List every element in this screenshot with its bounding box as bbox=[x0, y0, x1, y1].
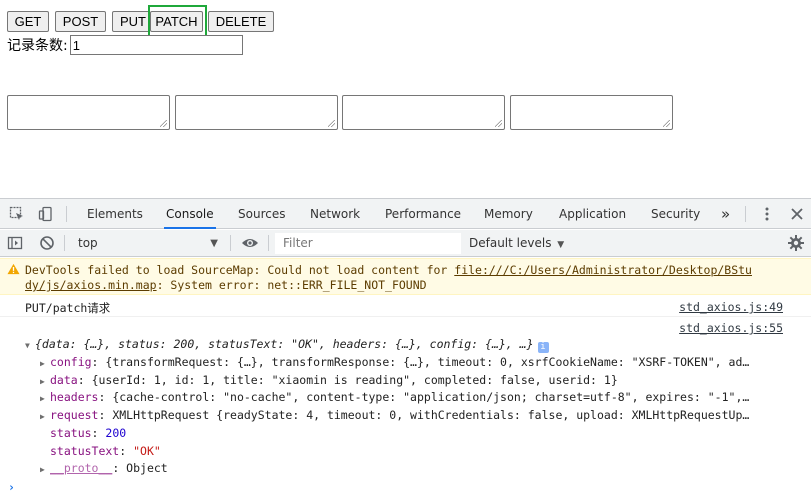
warning-error-text: : System error: net::ERR_FILE_NOT_FOUND bbox=[156, 278, 427, 292]
log-object: std_axios.js:55 ▼ {data: {…}, status: 200… bbox=[0, 318, 811, 481]
tab-memory[interactable]: Memory bbox=[482, 199, 535, 229]
object-summary-text: {data: {…}, status: 200, statusText: "OK… bbox=[35, 337, 534, 351]
toolbar-divider bbox=[230, 235, 231, 251]
kebab-menu-icon[interactable] bbox=[758, 205, 776, 223]
info-icon: i bbox=[537, 342, 549, 353]
property-value: Object bbox=[126, 461, 168, 475]
collapse-triangle-icon[interactable]: ▶ bbox=[40, 412, 50, 421]
source-link[interactable]: std_axios.js:49 bbox=[679, 300, 783, 314]
property-key: config bbox=[50, 355, 92, 369]
property-value: {transformRequest: {…}, transformRespons… bbox=[105, 355, 750, 369]
highlight-box bbox=[148, 5, 207, 38]
delete-button[interactable]: DELETE bbox=[208, 11, 274, 32]
console-toolbar: top ▼ Filter Default levels ▼ bbox=[0, 230, 811, 257]
post-button[interactable]: POST bbox=[55, 11, 106, 32]
collapse-triangle-icon[interactable]: ▶ bbox=[40, 394, 50, 403]
result-textarea-4[interactable] bbox=[510, 95, 673, 130]
property-key: request bbox=[50, 408, 99, 422]
collapse-triangle-icon[interactable]: ▶ bbox=[40, 377, 50, 386]
tab-network[interactable]: Network bbox=[308, 199, 362, 229]
object-property-headers[interactable]: ▶ headers: {cache-control: "no-cache", co… bbox=[40, 390, 749, 404]
object-property-config[interactable]: ▶ config: {transformRequest: {…}, transfo… bbox=[40, 355, 749, 369]
property-key: status bbox=[50, 426, 92, 440]
toolbar-divider bbox=[745, 206, 746, 222]
object-property-request[interactable]: ▶ request: XMLHttpRequest {readyState: 4,… bbox=[40, 408, 749, 422]
tab-security[interactable]: Security bbox=[649, 199, 702, 229]
caret-down-icon: ▼ bbox=[210, 238, 218, 249]
expand-triangle-icon[interactable]: ▼ bbox=[25, 341, 35, 350]
property-value: {userId: 1, id: 1, title: "xiaomin is re… bbox=[91, 373, 618, 387]
resize-grip-icon[interactable] bbox=[328, 120, 335, 127]
tab-application[interactable]: Application bbox=[557, 199, 628, 229]
toolbar-divider bbox=[66, 206, 67, 222]
caret-down-icon: ▼ bbox=[557, 240, 565, 250]
result-textarea-2[interactable] bbox=[175, 95, 338, 130]
console-output: DevTools failed to load SourceMap: Could… bbox=[0, 258, 811, 496]
log-text: PUT/patch请求 bbox=[25, 301, 111, 315]
sourcemap-link[interactable]: file:///C:/Users/Administrator/Desktop/B… bbox=[454, 263, 752, 277]
result-textarea-1[interactable] bbox=[7, 95, 170, 130]
property-key: data bbox=[50, 373, 78, 387]
object-property-status: status: 200 bbox=[50, 426, 127, 440]
warning-triangle-icon bbox=[7, 263, 20, 275]
property-key: headers bbox=[50, 390, 99, 404]
eye-icon[interactable] bbox=[241, 234, 259, 252]
object-property-data[interactable]: ▶ data: {userId: 1, id: 1, title: "xiaomi… bbox=[40, 373, 618, 387]
close-devtools-icon[interactable] bbox=[788, 205, 806, 223]
property-key: statusText bbox=[50, 444, 120, 458]
toolbar-divider bbox=[64, 235, 65, 251]
warning-text: DevTools failed to load SourceMap: Could… bbox=[25, 263, 455, 277]
object-property-statustext: statusText: "OK" bbox=[50, 444, 161, 458]
settings-gear-icon[interactable] bbox=[787, 234, 805, 252]
resize-grip-icon[interactable] bbox=[663, 120, 670, 127]
filter-input[interactable]: Filter bbox=[275, 233, 461, 254]
result-textarea-3[interactable] bbox=[342, 95, 505, 130]
context-value: top bbox=[78, 236, 98, 250]
sidebar-toggle-icon[interactable] bbox=[6, 234, 24, 252]
tab-elements[interactable]: Elements bbox=[85, 199, 145, 229]
tab-console[interactable]: Console bbox=[164, 199, 216, 229]
inspect-element-icon[interactable] bbox=[8, 205, 26, 223]
console-prompt[interactable]: › bbox=[8, 480, 15, 494]
object-property-proto[interactable]: ▶ __proto__: Object bbox=[40, 461, 168, 475]
collapse-triangle-icon[interactable]: ▶ bbox=[40, 465, 50, 474]
context-selector[interactable]: top ▼ bbox=[72, 233, 224, 254]
device-toolbar-icon[interactable] bbox=[37, 205, 55, 223]
sourcemap-warning: DevTools failed to load SourceMap: Could… bbox=[0, 258, 811, 295]
object-summary[interactable]: ▼ {data: {…}, status: 200, statusText: "O… bbox=[25, 337, 549, 353]
record-count-input[interactable] bbox=[69, 35, 243, 55]
toolbar-divider bbox=[268, 235, 269, 251]
source-link[interactable]: std_axios.js:55 bbox=[679, 321, 783, 335]
property-value: XMLHttpRequest {readyState: 4, timeout: … bbox=[112, 408, 750, 422]
levels-label: Default levels bbox=[469, 236, 552, 250]
get-button[interactable]: GET bbox=[7, 11, 49, 32]
more-tabs-button[interactable]: » bbox=[719, 199, 732, 229]
devtools-panel: Elements Console Sources Network Perform… bbox=[0, 198, 811, 496]
resize-grip-icon[interactable] bbox=[495, 120, 502, 127]
property-value: "OK" bbox=[133, 444, 161, 458]
log-message: PUT/patch请求 std_axios.js:49 bbox=[0, 296, 811, 317]
property-value: {cache-control: "no-cache", content-type… bbox=[112, 390, 750, 404]
property-value: 200 bbox=[105, 426, 127, 440]
put-button[interactable]: PUT bbox=[112, 11, 150, 32]
page-content: GET POST PUT PATCH DELETE 记录条数: bbox=[0, 0, 811, 198]
tab-sources[interactable]: Sources bbox=[236, 199, 287, 229]
devtools-tab-bar: Elements Console Sources Network Perform… bbox=[0, 199, 811, 229]
collapse-triangle-icon[interactable]: ▶ bbox=[40, 359, 50, 368]
record-count-label: 记录条数: bbox=[7, 38, 68, 54]
tab-performance[interactable]: Performance bbox=[383, 199, 463, 229]
default-levels-dropdown[interactable]: Default levels ▼ bbox=[469, 233, 564, 254]
resize-grip-icon[interactable] bbox=[160, 120, 167, 127]
property-key: __proto__ bbox=[50, 461, 113, 475]
sourcemap-link-cont[interactable]: dy/js/axios.min.map bbox=[25, 278, 157, 292]
record-count-row: 记录条数: bbox=[7, 35, 243, 55]
clear-console-icon[interactable] bbox=[38, 234, 56, 252]
